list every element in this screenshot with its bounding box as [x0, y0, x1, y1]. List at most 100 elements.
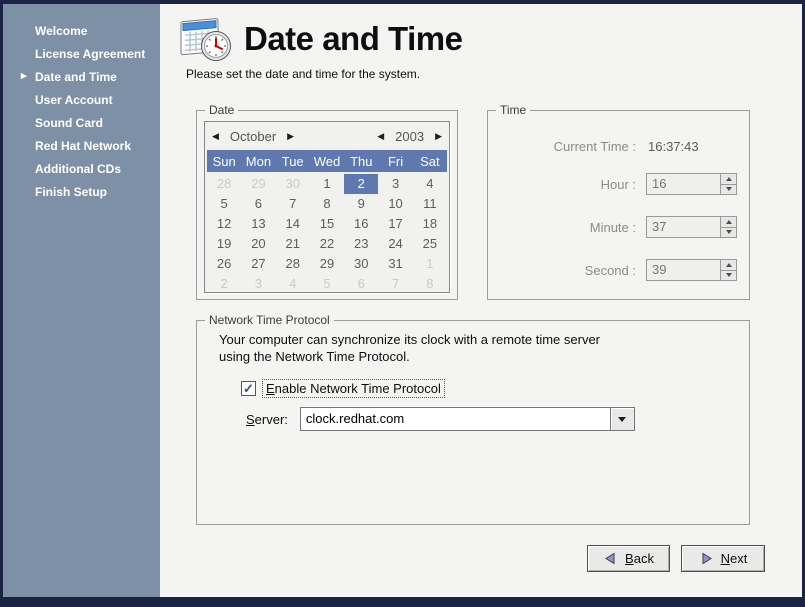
sidebar-item-label: Welcome [35, 24, 87, 38]
calendar-day[interactable]: 17 [378, 214, 412, 234]
server-input[interactable]: clock.redhat.com [300, 407, 611, 431]
day-header: Wed [310, 154, 344, 169]
day-header: Fri [378, 154, 412, 169]
calendar-day[interactable]: 7 [276, 194, 310, 214]
calendar-day[interactable]: 29 [310, 254, 344, 274]
sidebar-item-license-agreement[interactable]: License Agreement [3, 43, 160, 66]
minute-stepper[interactable]: 37 [646, 216, 737, 238]
sidebar-item-user-account[interactable]: User Account [3, 89, 160, 112]
sidebar-item-welcome[interactable]: Welcome [3, 20, 160, 43]
next-arrow-icon [699, 551, 714, 566]
next-button[interactable]: Next [681, 545, 765, 572]
calendar-day[interactable]: 5 [207, 194, 241, 214]
next-month-icon[interactable]: ▶ [287, 132, 294, 141]
calendar-day[interactable]: 13 [241, 214, 275, 234]
day-header: Thu [344, 154, 378, 169]
minute-up-icon[interactable] [721, 217, 736, 228]
sidebar-item-date-and-time[interactable]: ▸Date and Time [3, 66, 160, 89]
window-frame: WelcomeLicense Agreement▸Date and TimeUs… [0, 0, 805, 607]
second-up-icon[interactable] [721, 260, 736, 271]
hour-stepper[interactable]: 16 [646, 173, 737, 195]
page-subtitle: Please set the date and time for the sys… [186, 67, 420, 81]
calendar-day[interactable]: 29 [241, 174, 275, 194]
calendar-day[interactable]: 15 [310, 214, 344, 234]
active-item-arrow-icon: ▸ [21, 70, 27, 83]
server-combobox[interactable]: clock.redhat.com [300, 407, 635, 431]
calendar-day[interactable]: 3 [241, 274, 275, 294]
calendar-day[interactable]: 6 [344, 274, 378, 294]
calendar-day[interactable]: 26 [207, 254, 241, 274]
ntp-section-label: Network Time Protocol [205, 313, 334, 327]
server-dropdown-button[interactable] [611, 407, 635, 431]
day-header: Sat [413, 154, 447, 169]
second-stepper[interactable]: 39 [646, 259, 737, 281]
calendar-day[interactable]: 22 [310, 234, 344, 254]
ntp-description-line2: using the Network Time Protocol. [219, 348, 600, 365]
second-down-icon[interactable] [721, 271, 736, 281]
enable-ntp-checkbox[interactable]: ✓ [241, 381, 256, 396]
calendar-day[interactable]: 28 [207, 174, 241, 194]
year-label: 2003 [395, 129, 424, 144]
calendar-day[interactable]: 23 [344, 234, 378, 254]
calendar-day[interactable]: 19 [207, 234, 241, 254]
calendar-day[interactable]: 16 [344, 214, 378, 234]
calendar-day[interactable]: 27 [241, 254, 275, 274]
hour-field[interactable]: 16 [646, 173, 720, 195]
calendar-day[interactable]: 12 [207, 214, 241, 234]
calendar-day[interactable]: 2 [207, 274, 241, 294]
main-content: Date and Time Please set the date and ti… [160, 4, 802, 597]
calendar-day[interactable]: 24 [378, 234, 412, 254]
sidebar-item-additional-cds[interactable]: Additional CDs [3, 158, 160, 181]
month-label: October [230, 129, 276, 144]
hour-label: Hour : [496, 177, 636, 192]
page-title: Date and Time [244, 20, 462, 58]
calendar-day[interactable]: 9 [344, 194, 378, 214]
calendar-day[interactable]: 21 [276, 234, 310, 254]
next-year-icon[interactable]: ▶ [435, 132, 442, 141]
server-row: Server: clock.redhat.com [246, 407, 635, 431]
prev-year-icon[interactable]: ◀ [377, 132, 384, 141]
enable-ntp-row: ✓ Enable Network Time Protocol [241, 379, 445, 398]
sidebar-item-label: User Account [35, 93, 113, 107]
enable-ntp-label[interactable]: Enable Network Time Protocol [262, 379, 445, 398]
calendar-day[interactable]: 30 [344, 254, 378, 274]
calendar-day[interactable]: 7 [378, 274, 412, 294]
sidebar-item-sound-card[interactable]: Sound Card [3, 112, 160, 135]
calendar-day-headers: SunMonTueWedThuFriSat [207, 150, 447, 172]
back-button-label: Back [625, 551, 654, 566]
calendar-day[interactable]: 28 [276, 254, 310, 274]
back-button[interactable]: Back [587, 545, 670, 572]
sidebar-item-finish-setup[interactable]: Finish Setup [3, 181, 160, 204]
calendar-day[interactable]: 30 [276, 174, 310, 194]
calendar-day[interactable]: 5 [310, 274, 344, 294]
calendar-day[interactable]: 20 [241, 234, 275, 254]
calendar-day[interactable]: 31 [378, 254, 412, 274]
calendar-day[interactable]: 11 [413, 194, 447, 214]
sidebar-item-red-hat-network[interactable]: Red Hat Network [3, 135, 160, 158]
second-field[interactable]: 39 [646, 259, 720, 281]
calendar-day[interactable]: 6 [241, 194, 275, 214]
calendar-day[interactable]: 8 [413, 274, 447, 294]
calendar-day-selected[interactable]: 2 [344, 174, 378, 194]
calendar-day[interactable]: 3 [378, 174, 412, 194]
minute-field[interactable]: 37 [646, 216, 720, 238]
sidebar-item-label: License Agreement [35, 47, 145, 61]
minute-down-icon[interactable] [721, 228, 736, 238]
calendar-day[interactable]: 14 [276, 214, 310, 234]
calendar-day[interactable]: 1 [310, 174, 344, 194]
calendar-day[interactable]: 18 [413, 214, 447, 234]
calendar-day[interactable]: 1 [413, 254, 447, 274]
second-label: Second : [496, 263, 636, 278]
time-section-label: Time [496, 103, 530, 117]
calendar-day[interactable]: 10 [378, 194, 412, 214]
day-header: Sun [207, 154, 241, 169]
prev-month-icon[interactable]: ◀ [212, 132, 219, 141]
minute-row: Minute : 37 [496, 216, 737, 238]
hour-down-icon[interactable] [721, 185, 736, 195]
current-time-row: Current Time : 16:37:43 [496, 139, 737, 154]
calendar-day[interactable]: 8 [310, 194, 344, 214]
calendar-day[interactable]: 4 [276, 274, 310, 294]
calendar-day[interactable]: 25 [413, 234, 447, 254]
hour-up-icon[interactable] [721, 174, 736, 185]
calendar-day[interactable]: 4 [413, 174, 447, 194]
